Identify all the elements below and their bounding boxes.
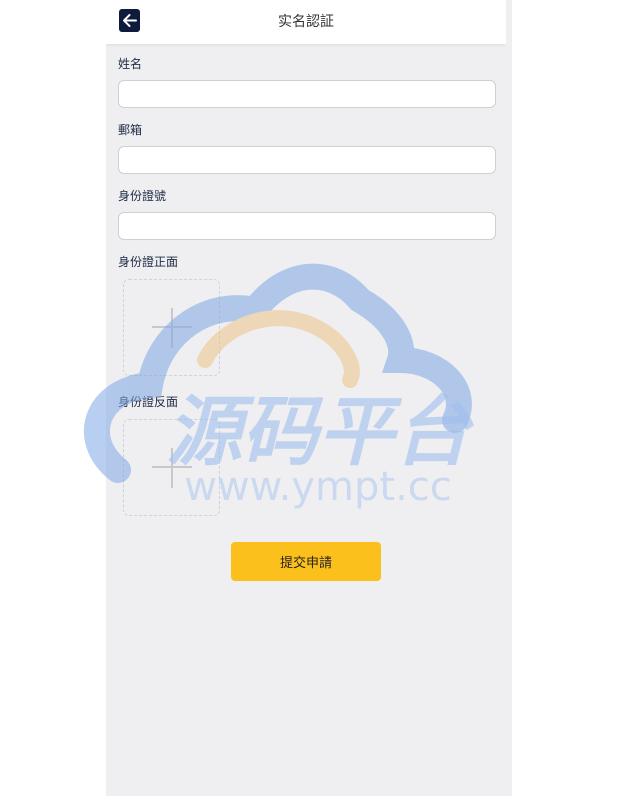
- email-input[interactable]: [118, 146, 496, 174]
- id-number-input[interactable]: [118, 212, 496, 240]
- top-bar: 实名認証: [106, 0, 506, 44]
- id-front-label: 身份證正面: [118, 255, 179, 269]
- page-title: 实名認証: [278, 14, 334, 30]
- phone-screen: 实名認証 姓名 郵箱 身份證號 身份證正面 身份證反面 提交申請: [106, 0, 506, 796]
- id-back-upload[interactable]: [123, 419, 220, 516]
- id-front-upload[interactable]: [123, 279, 220, 376]
- name-input[interactable]: [118, 80, 496, 108]
- back-button[interactable]: [119, 9, 140, 32]
- id-back-label: 身份證反面: [118, 395, 179, 409]
- arrow-left-icon: [123, 14, 137, 27]
- email-label: 郵箱: [118, 123, 143, 137]
- submit-button[interactable]: 提交申請: [231, 542, 381, 581]
- right-edge: [506, 0, 512, 796]
- name-label: 姓名: [118, 57, 143, 71]
- id-number-label: 身份證號: [118, 189, 167, 203]
